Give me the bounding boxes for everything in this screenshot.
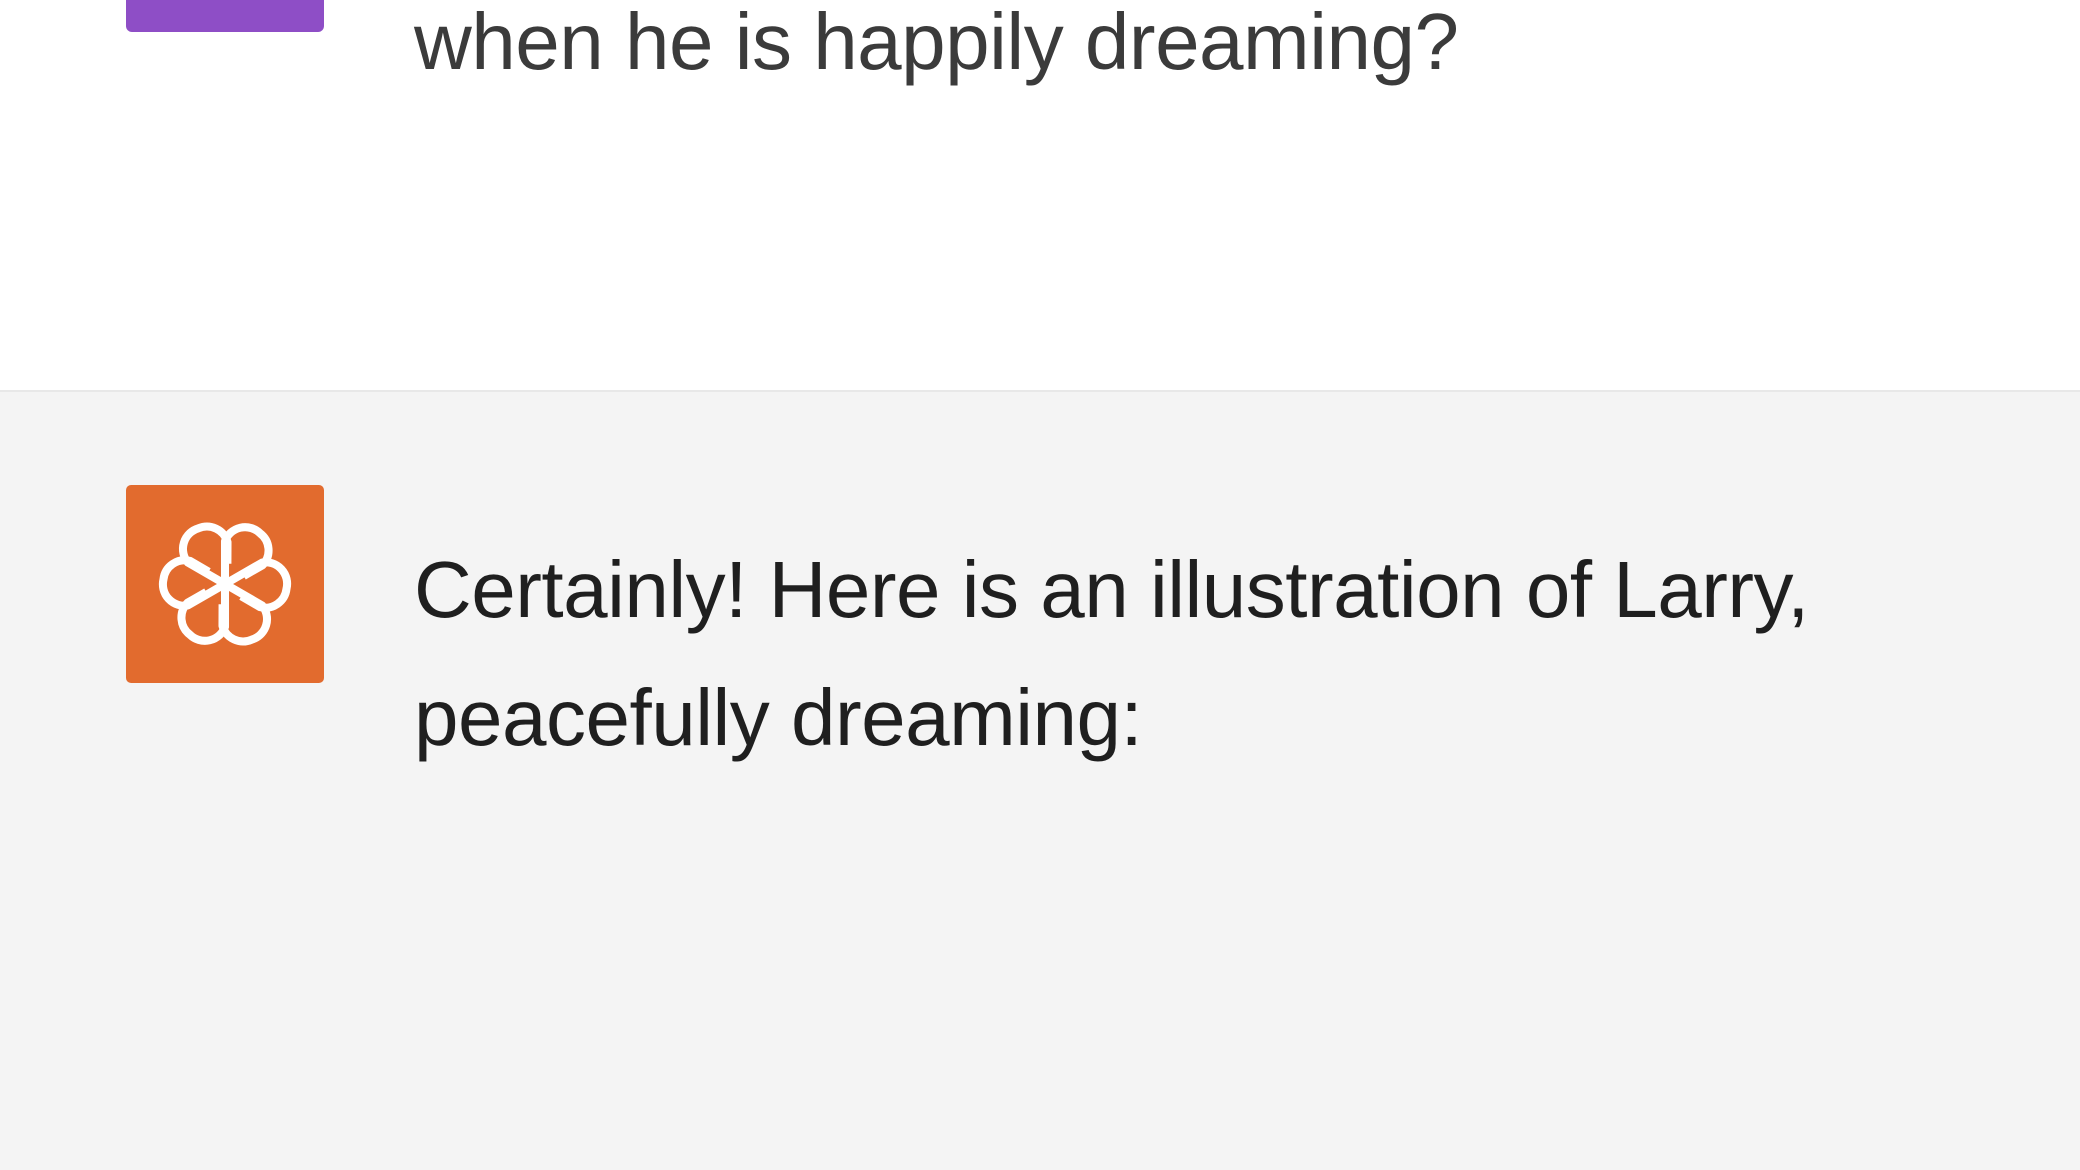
openai-logo-icon	[158, 517, 292, 651]
user-avatar	[126, 0, 324, 32]
chat-conversation: when he is happily dreaming? Certainly! …	[0, 0, 2080, 1170]
assistant-message-text: Certainly! Here is an illustration of La…	[414, 545, 1809, 762]
assistant-avatar	[126, 485, 324, 683]
user-message: when he is happily dreaming?	[0, 0, 2080, 390]
assistant-message: Certainly! Here is an illustration of La…	[0, 390, 2080, 1170]
user-message-text: when he is happily dreaming?	[414, 0, 1459, 86]
